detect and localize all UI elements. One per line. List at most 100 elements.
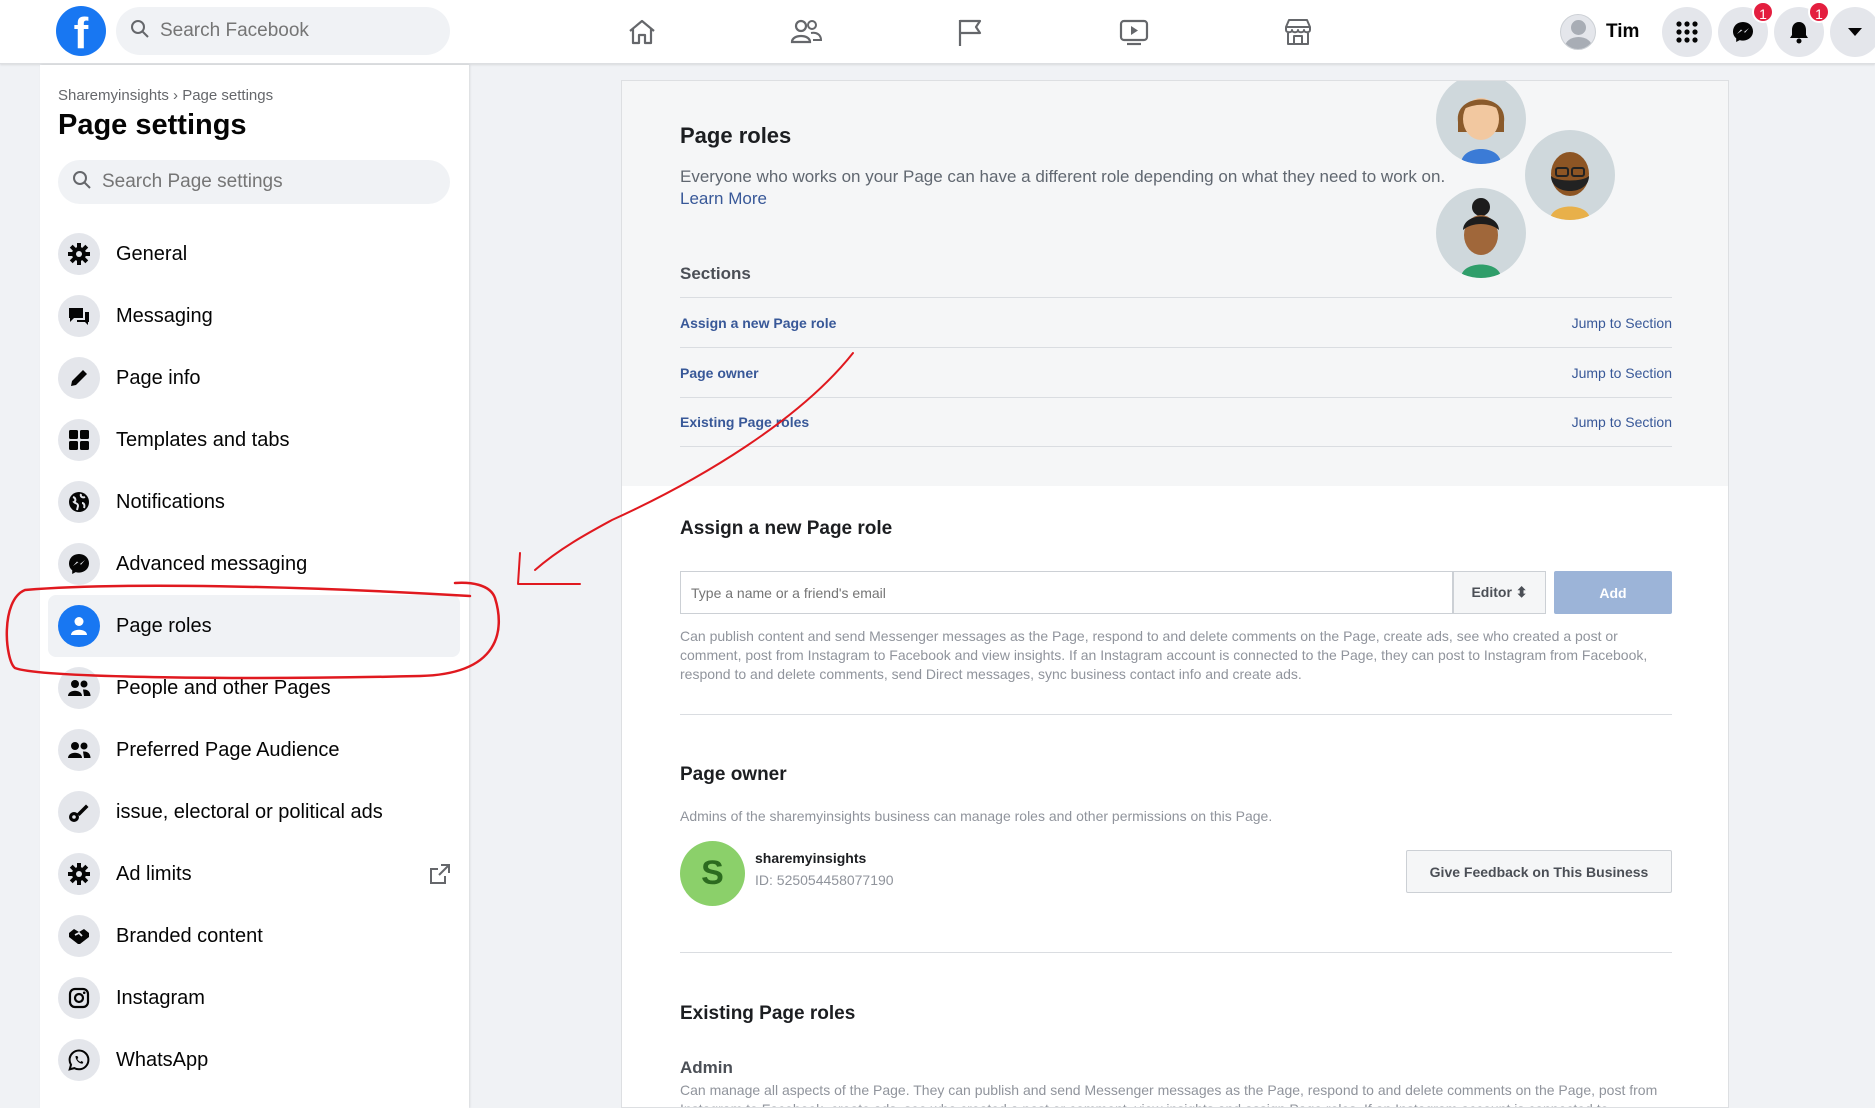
section-link-assign[interactable]: Assign a new Page role	[680, 315, 836, 331]
sidebar-item-label: People and other Pages	[116, 676, 331, 699]
search-icon	[72, 170, 92, 195]
friends-icon[interactable]	[784, 10, 828, 54]
assign-name-input[interactable]	[681, 572, 1452, 613]
chat-bubbles-icon	[58, 295, 100, 337]
jump-to-section-link[interactable]: Jump to Section	[1572, 315, 1672, 331]
sidebar-item-general[interactable]: General	[48, 223, 460, 285]
sidebar-item-page-info[interactable]: Page info	[48, 347, 460, 409]
watch-video-icon[interactable]	[1112, 10, 1156, 54]
facebook-logo[interactable]: f	[56, 6, 106, 56]
sidebar-item-people-and-other-pages[interactable]: People and other Pages	[48, 657, 460, 719]
facebook-search-input[interactable]	[160, 20, 430, 42]
key-icon	[58, 791, 100, 833]
search-icon	[130, 19, 150, 44]
assign-role-heading: Assign a new Page role	[680, 518, 893, 539]
facebook-search[interactable]	[116, 7, 450, 55]
settings-sidebar: Sharemyinsights › Page settings Page set…	[40, 65, 469, 1108]
sidebar-item-instagram[interactable]: Instagram	[48, 967, 460, 1029]
annotation-arrowhead	[517, 552, 581, 585]
sidebar-item-label: Notifications	[116, 490, 225, 513]
sidebar-item-label: Messaging	[116, 304, 213, 327]
instagram-icon	[58, 977, 100, 1019]
role-description: Can publish content and send Messenger m…	[680, 628, 1648, 682]
pencil-icon	[58, 357, 100, 399]
section-row-owner: Page owner Jump to Section	[680, 347, 1672, 397]
globe-icon	[58, 481, 100, 523]
section-link-existing[interactable]: Existing Page roles	[680, 414, 809, 430]
person-illustration	[1525, 130, 1615, 220]
sidebar-item-label: Instagram	[116, 986, 205, 1009]
sidebar-item-label: Page info	[116, 366, 201, 389]
sidebar-item-branded-content[interactable]: Branded content	[48, 905, 460, 967]
page-roles-description: Everyone who works on your Page can have…	[680, 167, 1446, 186]
admin-role-heading: Admin	[680, 1058, 733, 1077]
sidebar-item-label: General	[116, 242, 188, 265]
sidebar-item-label: Page roles	[116, 614, 212, 637]
jump-to-section-link[interactable]: Jump to Section	[1572, 365, 1672, 381]
section-row-existing: Existing Page roles Jump to Section	[680, 397, 1672, 447]
menu-grid-button[interactable]	[1662, 7, 1712, 57]
settings-search[interactable]	[58, 160, 450, 204]
page-owner-description: Admins of the sharemyinsights business c…	[680, 808, 1273, 824]
person-illustration	[1436, 188, 1526, 278]
gear-icon	[58, 233, 100, 275]
sidebar-item-notifications[interactable]: Notifications	[48, 471, 460, 533]
avatar	[1560, 14, 1596, 50]
jump-to-section-link[interactable]: Jump to Section	[1572, 414, 1672, 430]
grid-squares-icon	[58, 419, 100, 461]
section-row-assign: Assign a new Page role Jump to Section	[680, 297, 1672, 347]
page-owner-heading: Page owner	[680, 764, 787, 785]
sidebar-item-advanced-messaging[interactable]: Advanced messaging	[48, 533, 460, 595]
people-icon	[58, 729, 100, 771]
page-roles-card: Page roles Everyone who works on your Pa…	[621, 80, 1729, 1108]
admin-role-description: Can manage all aspects of the Page. They…	[680, 1082, 1658, 1107]
messenger-icon	[58, 543, 100, 585]
sidebar-item-label: Branded content	[116, 924, 263, 947]
page-title: Page settings	[58, 109, 247, 141]
notifications-button[interactable]: 1	[1774, 1, 1830, 57]
bell-icon	[1790, 22, 1808, 44]
sidebar-item-preferred-page-audience[interactable]: Preferred Page Audience	[48, 719, 460, 781]
profile-name: Tim	[1606, 21, 1640, 42]
sections-heading: Sections	[680, 264, 751, 283]
handshake-icon	[58, 915, 100, 957]
business-id: ID: 525054458077190	[755, 872, 894, 888]
divider	[680, 952, 1672, 953]
sidebar-item-label: WhatsApp	[116, 1048, 209, 1071]
sidebar-item-ad-limits[interactable]: Ad limits	[48, 843, 460, 905]
whatsapp-icon	[58, 1039, 100, 1081]
assign-name-field[interactable]	[680, 571, 1453, 614]
messenger-button[interactable]: 1	[1718, 1, 1774, 57]
section-link-owner[interactable]: Page owner	[680, 365, 759, 381]
gear-icon	[58, 853, 100, 895]
sidebar-item-templates-and-tabs[interactable]: Templates and tabs	[48, 409, 460, 471]
sidebar-item-label: Advanced messaging	[116, 552, 308, 575]
home-icon[interactable]	[620, 10, 664, 54]
breadcrumb[interactable]: Sharemyinsights › Page settings	[58, 87, 273, 104]
sidebar-item-political-ads[interactable]: issue, electoral or political ads	[48, 781, 460, 843]
learn-more-link[interactable]: Learn More	[680, 189, 767, 209]
profile-chip[interactable]: Tim	[1560, 10, 1639, 54]
sidebar-item-label: Preferred Page Audience	[116, 738, 340, 761]
top-navigation-bar: f Tim 1 1	[0, 0, 1875, 64]
divider	[680, 714, 1672, 715]
sidebar-item-messaging[interactable]: Messaging	[48, 285, 460, 347]
sidebar-item-label: Ad limits	[116, 862, 192, 885]
marketplace-icon[interactable]	[1276, 10, 1320, 54]
business-avatar: S	[680, 841, 745, 906]
pages-flag-icon[interactable]	[948, 10, 992, 54]
page-roles-title: Page roles	[680, 123, 792, 148]
give-feedback-button[interactable]: Give Feedback on This Business	[1406, 850, 1672, 893]
people-icon	[58, 667, 100, 709]
role-select[interactable]: Editor ⬍	[1453, 571, 1546, 614]
account-menu-button[interactable]	[1830, 7, 1875, 57]
sidebar-item-whatsapp[interactable]: WhatsApp	[48, 1029, 460, 1091]
settings-search-input[interactable]	[102, 171, 432, 193]
existing-roles-heading: Existing Page roles	[680, 1003, 856, 1024]
sidebar-item-page-roles[interactable]: Page roles	[48, 595, 460, 657]
add-role-button[interactable]: Add	[1554, 571, 1672, 614]
business-name[interactable]: sharemyinsights	[755, 850, 866, 866]
person-icon	[58, 605, 100, 647]
external-link-icon[interactable]	[428, 862, 452, 891]
notifications-badge: 1	[1808, 1, 1830, 23]
